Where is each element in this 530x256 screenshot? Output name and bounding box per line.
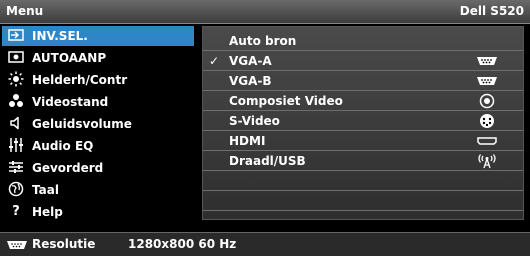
- menu-item-label: Helderh/Contr: [32, 73, 128, 87]
- s-video-icon: [480, 114, 494, 128]
- source-option-auto[interactable]: Auto bron: [203, 31, 523, 51]
- advanced-settings-icon: [8, 159, 24, 177]
- source-option-s-video[interactable]: S-Video: [203, 111, 523, 131]
- menu-item-label: INV.SEL.: [32, 29, 88, 43]
- projector-osd: Menu Dell S520 INV.SEL. AUTOAANP Helderh…: [0, 0, 530, 256]
- main-menu: INV.SEL. AUTOAANP Helderh/Contr Videosta…: [0, 26, 196, 222]
- video-mode-icon: [8, 93, 24, 111]
- menu-item-brightness[interactable]: Helderh/Contr: [2, 70, 194, 90]
- source-option-hdmi[interactable]: HDMI: [203, 131, 523, 151]
- composite-video-icon: [479, 93, 495, 109]
- hdmi-connector-icon: [477, 137, 497, 145]
- input-select-icon: [8, 27, 24, 45]
- status-bar: Resolutie 1280x800 60 Hz: [0, 232, 530, 256]
- empty-row: [203, 171, 523, 191]
- source-option-label: Auto bron: [229, 34, 297, 48]
- source-option-label: VGA-B: [229, 74, 272, 88]
- menu-item-advanced[interactable]: Gevorderd: [2, 158, 194, 178]
- globe-icon: [8, 181, 24, 199]
- source-option-vga-a[interactable]: ✓ VGA-A: [203, 51, 523, 71]
- menu-header: Menu Dell S520: [0, 0, 530, 24]
- source-option-label: S-Video: [229, 114, 280, 128]
- source-option-label: VGA-A: [229, 54, 272, 68]
- source-option-wireless-usb[interactable]: Draadl/USB: [203, 151, 523, 171]
- help-icon: ?: [12, 204, 20, 219]
- menu-item-label: Geluidsvolume: [32, 117, 132, 131]
- menu-item-video-mode[interactable]: Videostand: [2, 92, 194, 112]
- empty-row: [203, 211, 523, 219]
- menu-item-input-select[interactable]: INV.SEL.: [2, 26, 194, 46]
- menu-item-label: Gevorderd: [32, 161, 104, 175]
- vga-connector-icon: [7, 241, 27, 249]
- menu-item-label: Audio EQ: [32, 139, 94, 153]
- source-option-vga-b[interactable]: VGA-B: [203, 71, 523, 91]
- source-option-label: Composiet Video: [229, 94, 343, 108]
- resolution-value: 1280x800 60 Hz: [128, 237, 237, 251]
- menu-item-audio-eq[interactable]: Audio EQ: [2, 136, 194, 156]
- speaker-icon: [8, 115, 24, 133]
- auto-adjust-icon: [8, 49, 24, 67]
- menu-item-help[interactable]: ? Help: [2, 202, 194, 222]
- menu-item-auto-adjust[interactable]: AUTOAANP: [2, 48, 194, 68]
- source-option-label: Draadl/USB: [229, 154, 306, 168]
- source-option-composite[interactable]: Composiet Video: [203, 91, 523, 111]
- wireless-icon: [478, 154, 496, 169]
- menu-item-label: Help: [32, 205, 63, 219]
- menu-title: Menu: [6, 4, 44, 18]
- source-option-label: HDMI: [229, 134, 266, 148]
- vga-connector-icon: [477, 57, 497, 65]
- selected-checkmark: ✓: [209, 54, 220, 68]
- menu-item-volume[interactable]: Geluidsvolume: [2, 114, 194, 134]
- menu-item-label: Videostand: [32, 95, 109, 109]
- model-name: Dell S520: [459, 4, 524, 18]
- menu-item-language[interactable]: Taal: [2, 180, 194, 200]
- empty-row: [203, 191, 523, 211]
- equalizer-icon: [8, 137, 24, 155]
- menu-item-label: Taal: [32, 183, 59, 197]
- vga-connector-icon: [477, 77, 497, 85]
- resolution-label: Resolutie: [32, 237, 96, 251]
- menu-item-label: AUTOAANP: [32, 51, 107, 65]
- input-source-panel: Auto bron ✓ VGA-A VGA-B Composiet Video …: [202, 26, 524, 220]
- brightness-icon: [8, 71, 24, 89]
